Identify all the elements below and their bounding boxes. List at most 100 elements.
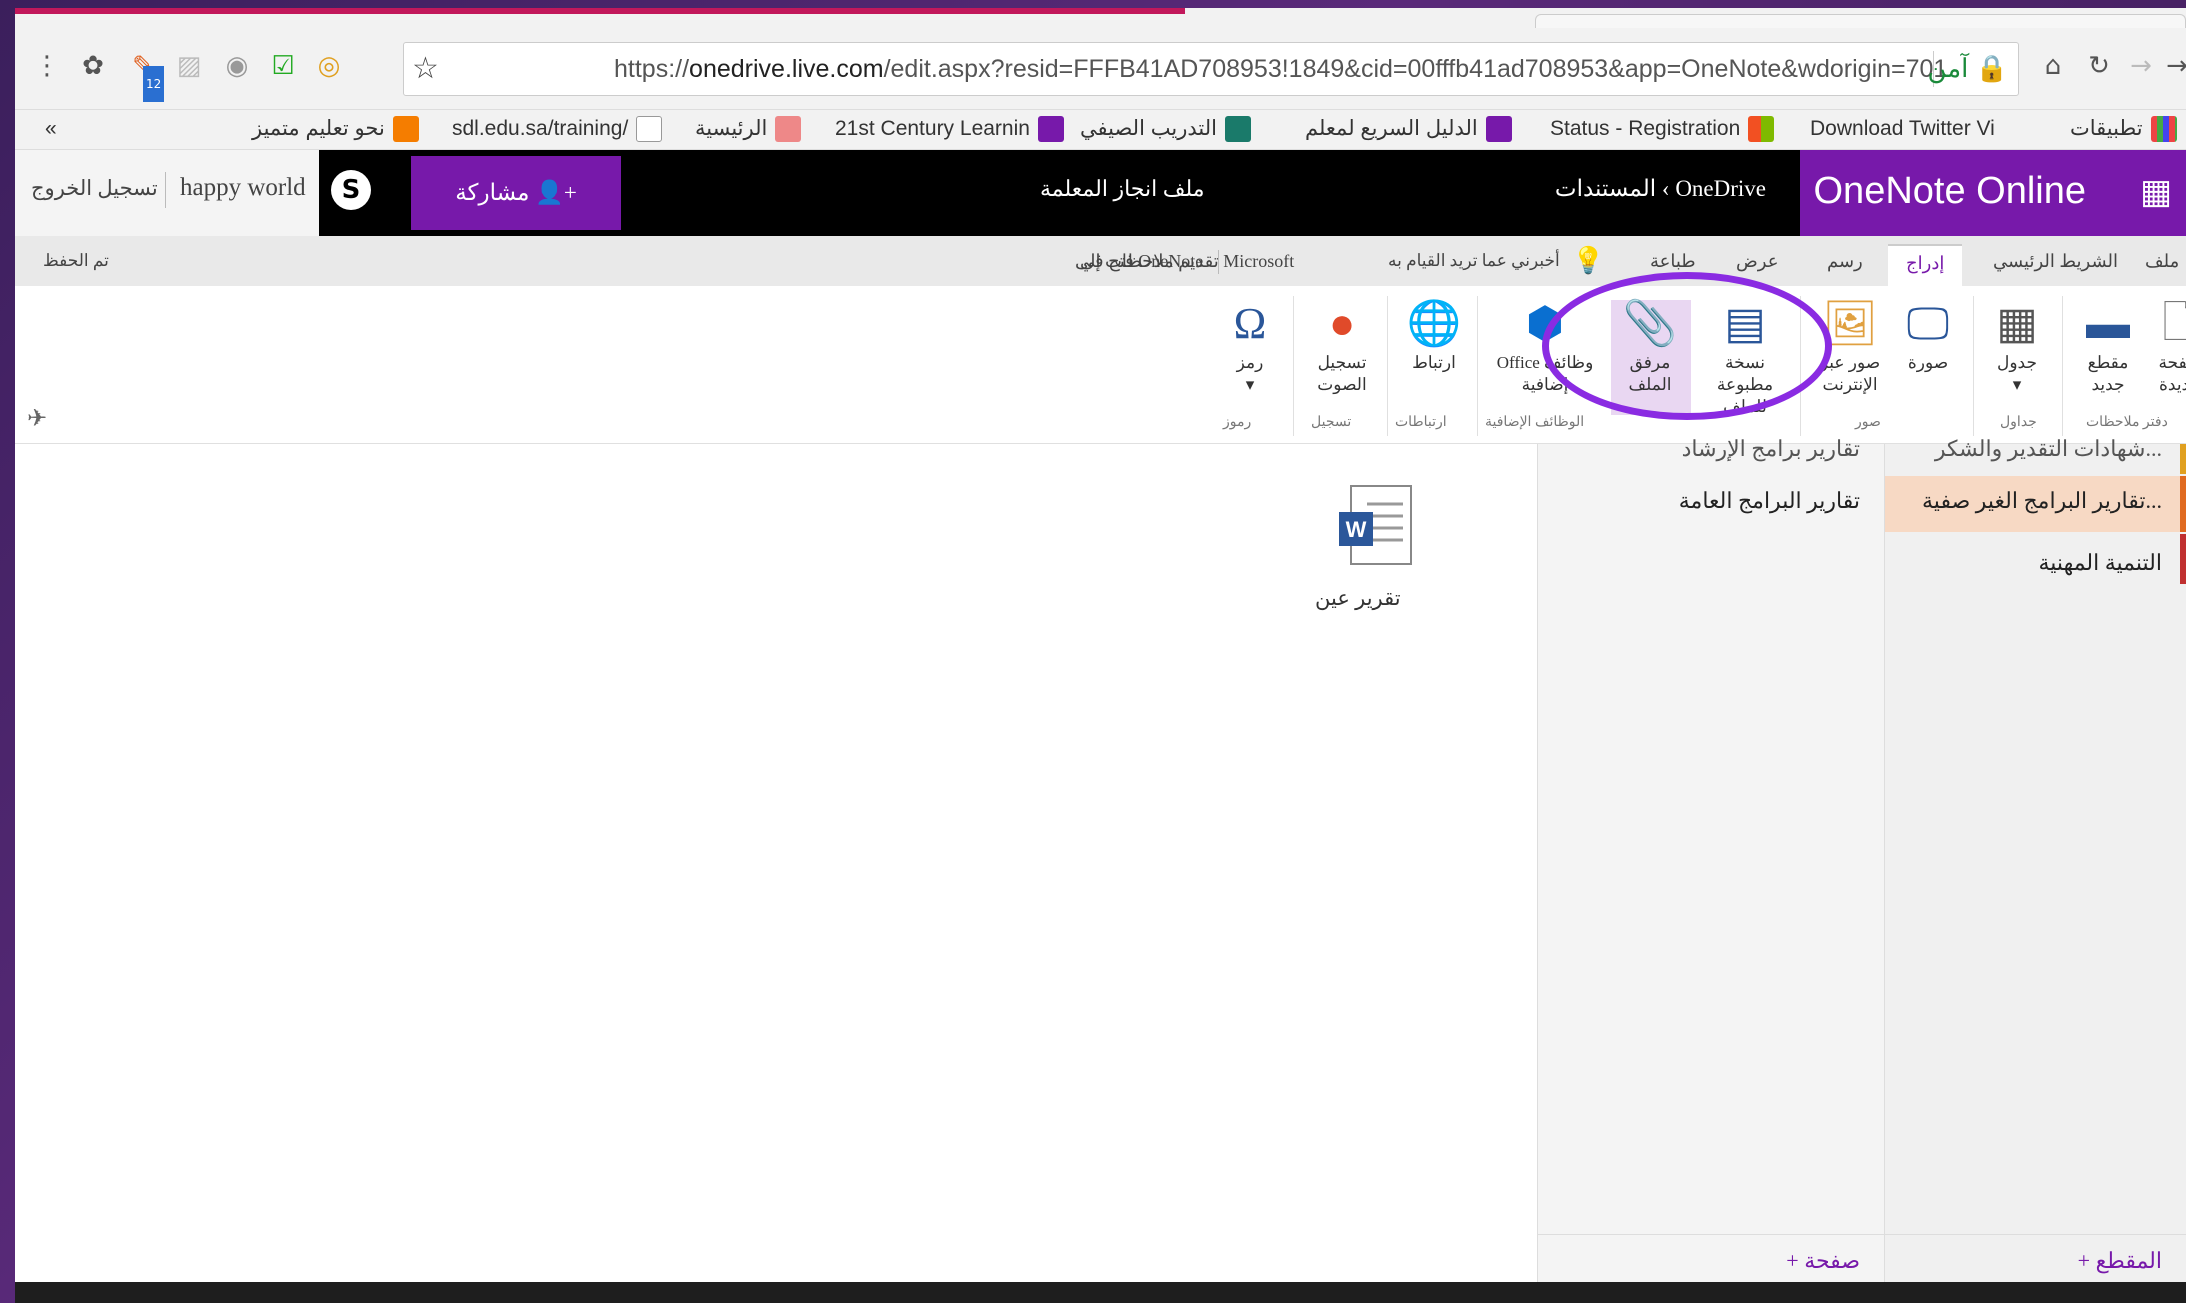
back-icon[interactable]: → [2159,48,2186,84]
browser-tab[interactable] [1535,14,2186,28]
extension-icon-3[interactable]: ◉ [219,48,255,84]
dropdown-icon: ▾ [2012,375,2022,394]
new-section-button[interactable]: ▬ مقطع جديد [2073,296,2143,406]
search-ext-icon[interactable]: ◎ [311,48,347,84]
attachment-name[interactable]: تقرير عين [1315,586,1401,611]
skype-icon[interactable]: S [331,170,371,210]
home-icon[interactable]: ⌂ [2035,48,2071,84]
blogger-icon [392,116,419,143]
address-bar[interactable]: ☆ https://onedrive.live.com/edit.aspx?re… [403,42,2019,96]
extension-badge: 12 [143,66,165,102]
pin-icon[interactable]: ✈ [27,404,47,433]
bookmark-item[interactable]: Status - Registration [1550,114,1775,144]
puzzle-icon [775,116,802,143]
app-name: OneNote Online [1813,170,2087,212]
tab-view[interactable]: عرض [1736,244,1778,282]
picture-button[interactable]: 🖵 صورة [1893,296,1963,406]
separator [1477,296,1478,436]
breadcrumb-onedrive[interactable]: OneDrive [1675,176,1766,201]
share-button[interactable]: مشاركة 👤+ [411,156,621,230]
school-icon [1224,116,1251,143]
forward-icon[interactable]: → [2123,48,2159,84]
link-label: ارتباط [1412,353,1456,372]
lightbulb-icon: 💡 [1572,246,1605,275]
open-in-onenote[interactable]: فتح في OneNote [1080,244,1203,278]
tell-me-box[interactable]: أخبرني عما تريد القيام به [1388,244,1560,278]
save-status: تم الحفظ [43,251,109,270]
user-name[interactable]: happy world [180,174,306,202]
separator [165,172,166,208]
table-label: جدول [1997,353,2037,372]
section-color-tab [2180,476,2186,532]
bookmarks-bar: « نحو تعليم متميز sdl.edu.sa/training/ ا… [15,110,2186,150]
check-icon[interactable]: ☑ [265,48,301,84]
apps-bookmark[interactable]: تطبيقات [2070,114,2177,144]
word-document-icon[interactable]: W [1337,484,1415,568]
tab-file[interactable]: ملف [2145,244,2179,282]
symbol-button[interactable]: Ω رمز ▾ [1215,296,1285,406]
group-label-pictures: صور [1855,415,1881,430]
star-icon[interactable]: ☆ [412,51,439,86]
bookmarks-more[interactable]: « [45,114,57,144]
secure-indicator[interactable]: آمن 🔒 [1927,53,2008,84]
user-area: تسجيل الخروج happy world [15,150,319,236]
extension-icon-2[interactable]: ✎12 [125,48,165,102]
bookmark-item[interactable]: Download Twitter Vi [1810,114,1995,144]
bookmark-item[interactable]: الدليل السريع لمعلم [1305,114,1512,144]
breadcrumb-sep: ‹ [1661,176,1670,201]
page-canvas[interactable]: W تقرير عين [15,444,1537,1288]
bookmark-item[interactable]: 21st Century Learnin [835,114,1064,144]
tab-home[interactable]: الشريط الرئيسي [1993,244,2118,282]
taskbar [15,1282,2186,1303]
tab-insert[interactable]: إدراج [1888,244,1963,286]
page-item[interactable]: تقارير البرامج العامة [1679,488,1860,514]
signout-link[interactable]: تسجيل الخروج [31,176,158,201]
bookmark-item[interactable]: نحو تعليم متميز [252,114,419,144]
ribbon-tabs: تم الحفظ تقديم ملاحظات إلى Microsoft فتح… [15,236,2186,286]
tab-strip [15,8,2186,28]
microsoft-icon [1748,116,1775,143]
new-page-button[interactable]: 🗋 صفحة جديدة [2145,296,2186,406]
group-label-recording: تسجيل [1311,415,1352,430]
pdf-icon[interactable]: ▨ [171,48,207,84]
separator [1218,250,1219,274]
group-label-links: ارتباطات [1395,415,1447,430]
bookmark-item[interactable]: sdl.edu.sa/training/ [452,114,663,144]
section-label-selected: تقارير البرامج الغير صفية... [1922,488,2162,513]
ribbon: ✈ Ω رمز ▾ ● تسجيل الصوت 🌐 ارتباط ⬢ Offic… [15,286,2186,444]
breadcrumb-docs[interactable]: المستندات [1555,176,1656,201]
pages-pane: تقارير برامج الإرشاد تقارير البرامج العا… [1537,436,1884,1288]
group-label-addins: الوظائف الإضافية [1485,415,1585,430]
picture-label: صورة [1907,353,1949,372]
add-section-button[interactable]: + المقطع [2078,1248,2162,1274]
record-label: تسجيل الصوت [1317,353,1367,394]
link-button[interactable]: 🌐 ارتباط [1399,296,1469,406]
add-page-button[interactable]: + صفحة [1786,1248,1860,1274]
table-button[interactable]: ▦ جدول ▾ [1982,296,2052,406]
section-item[interactable]: التنمية المهنية [2039,550,2163,576]
globe-link-icon: 🌐 [1406,299,1462,348]
bookmark-item[interactable]: التدريب الصيفي [1080,114,1251,144]
extension-icon-1[interactable]: ✿ [75,48,111,84]
page-item[interactable]: تقارير برامج الإرشاد [1682,436,1860,462]
picture-icon: 🖵 [1906,299,1950,348]
separator [2062,296,2063,436]
section-icon: ▬ [2086,299,2130,348]
table-icon: ▦ [1996,299,2038,348]
loading-progress [15,8,1185,14]
sections-pane: شهادات التقدير والشكر... تقارير البرامج … [1884,436,2186,1288]
tab-draw[interactable]: رسم [1827,244,1863,282]
page-icon [636,116,663,143]
reload-icon[interactable]: ↻ [2081,48,2117,84]
omega-icon: Ω [1233,299,1267,348]
svg-text:W: W [1346,517,1367,542]
app-launcher-icon[interactable]: ▦ [2136,172,2176,212]
dropdown-icon: ▾ [1245,375,1255,394]
section-item[interactable]: شهادات التقدير والشكر... [1935,436,2162,462]
onenote-icon [1037,116,1064,143]
menu-icon[interactable]: ⋮ [29,48,65,84]
record-audio-button[interactable]: ● تسجيل الصوت [1307,296,1377,406]
bookmark-item[interactable]: الرئيسية [695,114,802,144]
toolbar: ⋮ ✿ ✎12 ▨ ◉ ☑ ◎ ☆ https://onedrive.live.… [15,28,2186,110]
document-title[interactable]: ملف انجاز المعلمة [1040,176,1205,202]
